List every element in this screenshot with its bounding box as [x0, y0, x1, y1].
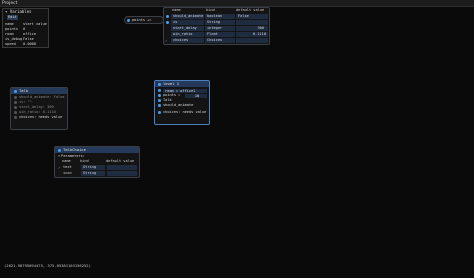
row-name[interactable]: choices: [171, 37, 204, 43]
pin-icon[interactable]: [14, 101, 17, 104]
level-footer: choices: needs value: [158, 110, 209, 115]
row-value[interactable]: [236, 37, 268, 43]
row-kind[interactable]: Float: [205, 31, 235, 37]
row-value[interactable]: 0.1110: [236, 31, 268, 37]
param-value[interactable]: [107, 164, 137, 170]
table-header: name kind default value: [164, 8, 269, 13]
table-row[interactable]: is String: [164, 19, 269, 25]
collapse-arrow-icon[interactable]: ▾: [58, 154, 60, 159]
input-pin-icon[interactable]: [14, 89, 17, 93]
points-node[interactable]: points +=: [124, 16, 164, 24]
table-row[interactable]: ✓ choices Choices: [164, 37, 269, 43]
talk-choice-node-title: TalkChoice: [63, 147, 86, 152]
table-row[interactable]: win_ratio Float 0.1110: [164, 31, 269, 37]
row-value[interactable]: 300: [236, 25, 268, 31]
parameters-table-header: name kind default value: [58, 159, 139, 164]
talk-field: choices: needs value: [14, 115, 67, 120]
pin-icon[interactable]: [166, 20, 169, 24]
row-name[interactable]: start_delay: [171, 25, 204, 31]
table-row[interactable]: start_delay integer 300: [164, 25, 269, 31]
column-header-kind: kind: [206, 8, 215, 12]
variable-name: speed: [5, 42, 16, 46]
level-row-value[interactable]: 10: [185, 93, 207, 98]
pin-icon[interactable]: [14, 96, 17, 99]
param-kind[interactable]: String: [81, 164, 105, 170]
parameter-row[interactable]: icon String: [58, 170, 139, 176]
column-header-name: name: [172, 8, 181, 12]
pin-icon[interactable]: [14, 106, 17, 109]
talk-node-title: Talk: [19, 88, 29, 93]
variable-value: 0.0000: [23, 42, 36, 46]
input-pin-icon[interactable]: [58, 148, 61, 152]
input-pin-icon[interactable]: [127, 18, 130, 22]
level-row-label: should_animate: [163, 103, 194, 107]
variable-table-node[interactable]: name kind default value should_animate b…: [163, 7, 270, 45]
level-footer-text: choices: needs value: [163, 110, 207, 114]
input-pin-icon[interactable]: [158, 82, 161, 86]
points-node-label: points +=: [132, 17, 152, 22]
window-title-bar: Project: [0, 0, 474, 7]
column-header-kind: kind: [80, 159, 89, 163]
pin-icon[interactable]: [158, 104, 161, 107]
level-node-title: level 1: [163, 81, 180, 86]
row-value[interactable]: [236, 19, 268, 25]
edit-button[interactable]: Edit: [7, 15, 18, 20]
pin-icon[interactable]: [166, 14, 169, 18]
pin-icon[interactable]: [158, 111, 161, 114]
param-value[interactable]: [107, 170, 137, 176]
row-kind[interactable]: integer: [205, 25, 235, 31]
parameter-row[interactable]: ✓ text String: [58, 164, 139, 170]
param-kind[interactable]: String: [81, 170, 105, 176]
pin-icon[interactable]: [158, 94, 161, 97]
variables-list: name start value points 0 room office is…: [4, 22, 49, 47]
variables-panel-title: Variables: [9, 9, 32, 14]
level-row-label[interactable]: room = office1: [163, 88, 207, 93]
talk-node[interactable]: Talk should_animate: False is: "" start_…: [10, 87, 68, 130]
window-title: Project: [2, 1, 18, 6]
canvas-coordinates: (2621.90795094475, 375.05381103156252): [4, 263, 91, 268]
row-kind[interactable]: boolean: [205, 13, 235, 19]
pin-icon[interactable]: [14, 116, 17, 119]
variables-panel: ▾ Variables Edit name start value points…: [2, 8, 49, 48]
column-header-name: name: [62, 159, 71, 163]
checkmark-icon[interactable]: ✓: [164, 38, 171, 43]
row-kind[interactable]: Choices: [205, 37, 235, 43]
pin-icon[interactable]: [14, 111, 17, 114]
collapse-arrow-icon[interactable]: ▾: [5, 9, 7, 14]
column-header-default: default value: [236, 8, 265, 12]
variables-panel-header[interactable]: ▾ Variables: [3, 9, 48, 14]
param-name[interactable]: text: [63, 165, 81, 170]
row-name[interactable]: should_animate: [171, 13, 204, 19]
row-name[interactable]: is: [171, 19, 204, 25]
pin-icon[interactable]: [158, 99, 161, 102]
row-kind[interactable]: String: [205, 19, 235, 25]
column-header-default: default value: [106, 159, 135, 163]
talk-choice-node[interactable]: TalkChoice ▾ Parameters: name kind defau…: [54, 146, 140, 178]
param-name[interactable]: icon: [63, 171, 81, 176]
level-node[interactable]: level 1 room = office1 points = 10 Talk …: [154, 80, 210, 125]
row-name[interactable]: win_ratio: [171, 31, 204, 37]
table-row[interactable]: should_animate boolean False: [164, 13, 269, 19]
pin-icon[interactable]: [158, 89, 161, 92]
row-value[interactable]: False: [236, 13, 268, 19]
variable-row[interactable]: speed 0.0000: [4, 42, 49, 47]
talk-field-text: choices: needs value: [19, 115, 63, 119]
